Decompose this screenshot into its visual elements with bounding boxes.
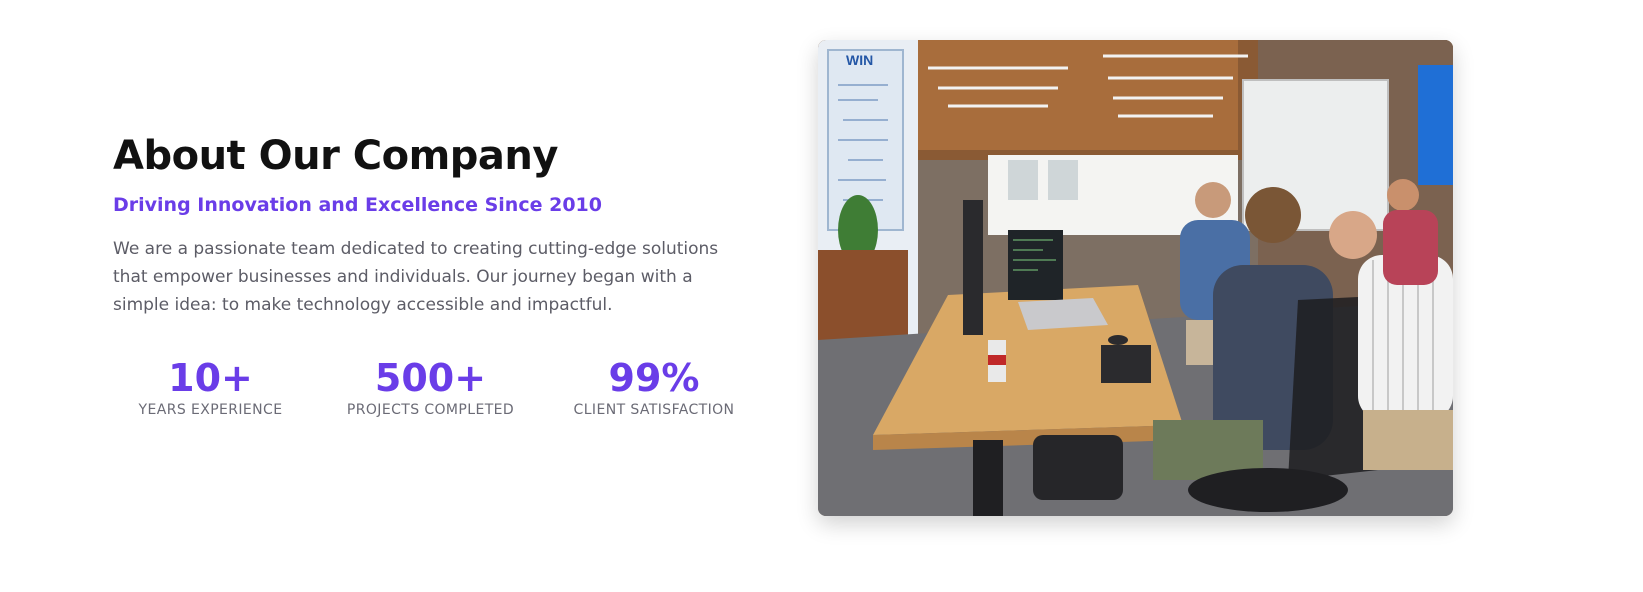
stat-value: 500+ bbox=[374, 356, 487, 400]
office-illustration: WIN bbox=[818, 40, 1453, 516]
section-subtitle: Driving Innovation and Excellence Since … bbox=[113, 194, 602, 216]
stat-value: 10+ bbox=[168, 356, 253, 400]
stat-projects-completed: 500+ PROJECTS COMPLETED bbox=[328, 356, 533, 419]
stat-label: PROJECTS COMPLETED bbox=[346, 402, 515, 418]
stat-value: 99% bbox=[608, 356, 700, 400]
stat-years-experience: 10+ YEARS EXPERIENCE bbox=[113, 356, 308, 419]
wall-sign-text: WIN bbox=[846, 52, 873, 68]
office-team-photo: WIN bbox=[818, 40, 1453, 516]
company-description: We are a passionate team dedicated to cr… bbox=[113, 239, 719, 315]
stat-label: CLIENT SATISFACTION bbox=[573, 402, 735, 418]
stat-client-satisfaction: 99% CLIENT SATISFACTION bbox=[555, 356, 753, 419]
stat-label: YEARS EXPERIENCE bbox=[138, 402, 283, 418]
stats-row: 10+ YEARS EXPERIENCE 500+ PROJECTS COMPL… bbox=[113, 356, 753, 426]
about-text-column: About Our Company Driving Innovation and… bbox=[113, 130, 753, 319]
about-section: About Our Company Driving Innovation and… bbox=[0, 0, 1643, 592]
section-title: About Our Company bbox=[113, 133, 558, 179]
